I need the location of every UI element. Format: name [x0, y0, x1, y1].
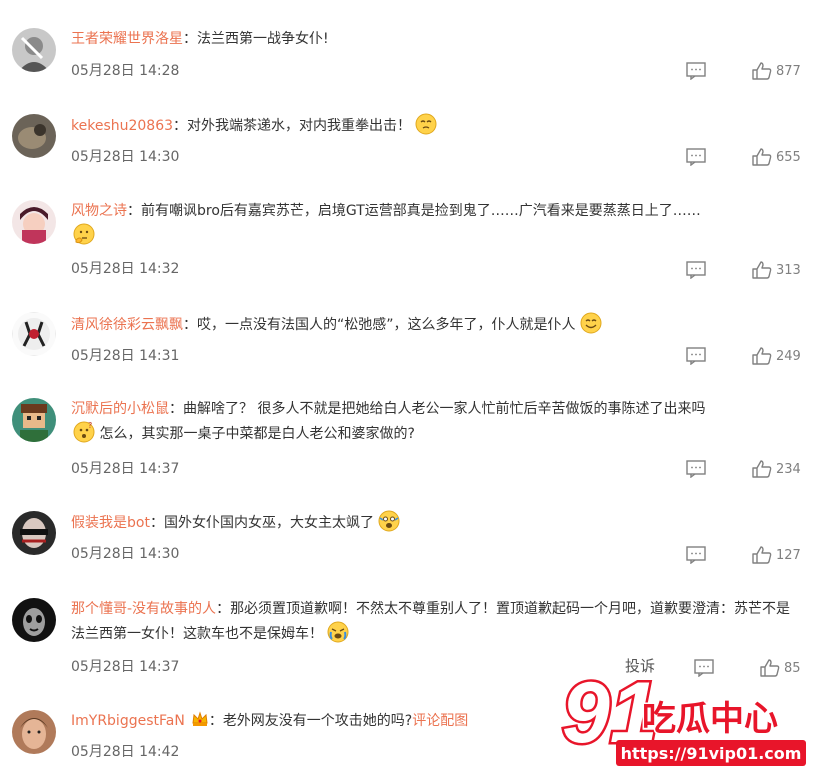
comment-time: 05月28日 14:37 [71, 659, 180, 675]
comment-time: 05月28日 14:32 [71, 261, 180, 277]
comment-text: 前有嘲讽bro后有嘉宾苏芒，启境GT运营部真是捡到鬼了……广汽看来是要蒸蒸日上了… [141, 203, 701, 219]
comment-text: 曲解啥了？ 很多人不就是把她给白人老公一家人忙前忙后辛苦做饭的事陈述了出来吗 [183, 401, 706, 417]
comment-time: 05月28日 14:30 [71, 546, 180, 562]
comment-username[interactable]: kekeshu20863 [71, 118, 173, 134]
thumbs-up-icon [752, 460, 772, 478]
shocked-emoji-icon [378, 510, 400, 532]
like-count: 877 [776, 63, 801, 79]
reply-icon[interactable] [686, 347, 706, 366]
comment-separator: ： [127, 203, 141, 219]
avatar[interactable] [12, 200, 56, 244]
thumbs-up-icon [752, 546, 772, 564]
thinking-emoji-icon [73, 223, 95, 245]
like-button[interactable]: 313 [752, 261, 801, 279]
comment-username[interactable]: 假装我是bot [71, 515, 150, 531]
avatar[interactable] [12, 28, 56, 72]
comment-text: 国外女仆国内女巫，大女主太飒了 [163, 515, 374, 531]
like-count: 655 [776, 149, 801, 165]
like-count: 313 [776, 262, 801, 278]
comment-text: 对外我端茶递水，对内我重拳出击！ [187, 118, 412, 134]
avatar[interactable] [12, 114, 56, 158]
smirk-emoji-icon [415, 113, 437, 135]
comment-text: 法兰西第一战争女仆! [197, 31, 329, 47]
like-button[interactable]: 655 [752, 148, 801, 166]
like-button[interactable]: 127 [752, 546, 801, 564]
avatar[interactable] [12, 312, 56, 356]
comment-separator: ： [183, 31, 197, 47]
comment-username[interactable]: 清风徐徐彩云飘飘 [71, 317, 183, 333]
svg-text:?: ? [88, 421, 92, 430]
reply-icon[interactable] [686, 460, 706, 479]
comment-username[interactable]: 风物之诗 [71, 203, 127, 219]
reply-icon[interactable] [686, 148, 706, 167]
like-button[interactable]: 877 [752, 62, 801, 80]
comment-separator: ： [173, 118, 188, 134]
smile-emoji-icon [580, 312, 602, 334]
watermark-brand-name: 吃瓜中心 [642, 699, 778, 739]
like-count: 234 [776, 461, 801, 477]
comment-time: 05月28日 14:30 [71, 149, 180, 165]
puzzled-emoji-icon: ? [73, 421, 95, 443]
comment-content: 王者荣耀世界洛星：法兰西第一战争女仆! [71, 27, 804, 51]
thumbs-up-icon [752, 261, 772, 279]
comment-username[interactable]: ImYRbiggestFaN [71, 713, 185, 729]
reply-icon[interactable] [686, 261, 706, 280]
crying-emoji-icon [327, 621, 349, 643]
like-button[interactable]: 234 [752, 460, 801, 478]
comment-username[interactable]: 王者荣耀世界洛星 [71, 31, 183, 47]
avatar[interactable] [12, 511, 56, 555]
comment-content: 清风徐徐彩云飘飘：哎，一点没有法国人的“松弛感”，这么多年了，仆人就是仆人 [71, 312, 804, 337]
like-count: 249 [776, 348, 801, 364]
like-count: 127 [776, 547, 801, 563]
reply-icon[interactable] [686, 546, 706, 565]
thumbs-up-icon [752, 62, 772, 80]
comment-separator: ： [149, 515, 164, 531]
like-button[interactable]: 249 [752, 347, 801, 365]
thumbs-up-icon [752, 148, 772, 166]
comment-content: 沉默后的小松鼠：曲解啥了？ 很多人不就是把她给白人老公一家人忙前忙后辛苦做饭的事… [71, 397, 804, 446]
avatar[interactable] [12, 710, 56, 754]
thumbs-up-icon [752, 347, 772, 365]
avatar[interactable] [12, 398, 56, 442]
comment-time: 05月28日 14:37 [71, 461, 180, 477]
comment-separator: ： [208, 713, 223, 729]
watermark-url: https://91vip01.com [621, 744, 802, 763]
site-watermark-logo: 91 吃瓜中心 https://91vip01.com [560, 670, 806, 766]
comment-username[interactable]: 沉默后的小松鼠 [71, 401, 169, 417]
comment-separator: ： [183, 317, 197, 333]
comment-text-continued: 怎么，其实那一桌子中菜都是白人老公和婆家做的? [99, 426, 415, 442]
comment-separator: ： [216, 601, 231, 617]
comment-content: 那个懂哥-没有故事的人：那必须置顶道歉啊！不然太不尊重别人了！置顶道歉起码一个月… [71, 597, 804, 646]
comment-time: 05月28日 14:42 [71, 744, 180, 760]
comment-text: 老外网友没有一个攻击她的吗? [222, 713, 413, 729]
comment-text: 哎，一点没有法国人的“松弛感”，这么多年了，仆人就是仆人 [197, 317, 576, 333]
comment-image-link[interactable]: 评论配图 [412, 713, 468, 729]
comment-separator: ： [169, 401, 183, 417]
comment-username[interactable]: 那个懂哥-没有故事的人 [71, 601, 216, 617]
comment-time: 05月28日 14:31 [71, 348, 180, 364]
reply-icon[interactable] [686, 62, 706, 81]
comment-content: 风物之诗：前有嘲讽bro后有嘉宾苏芒，启境GT运营部真是捡到鬼了……广汽看来是要… [71, 199, 804, 248]
crown-badge-icon [191, 710, 209, 728]
avatar[interactable] [12, 598, 56, 642]
comment-content: 假装我是bot：国外女仆国内女巫，大女主太飒了 [71, 510, 804, 535]
comment-content: kekeshu20863：对外我端茶递水，对内我重拳出击！ [71, 113, 804, 138]
comment-time: 05月28日 14:28 [71, 63, 180, 79]
